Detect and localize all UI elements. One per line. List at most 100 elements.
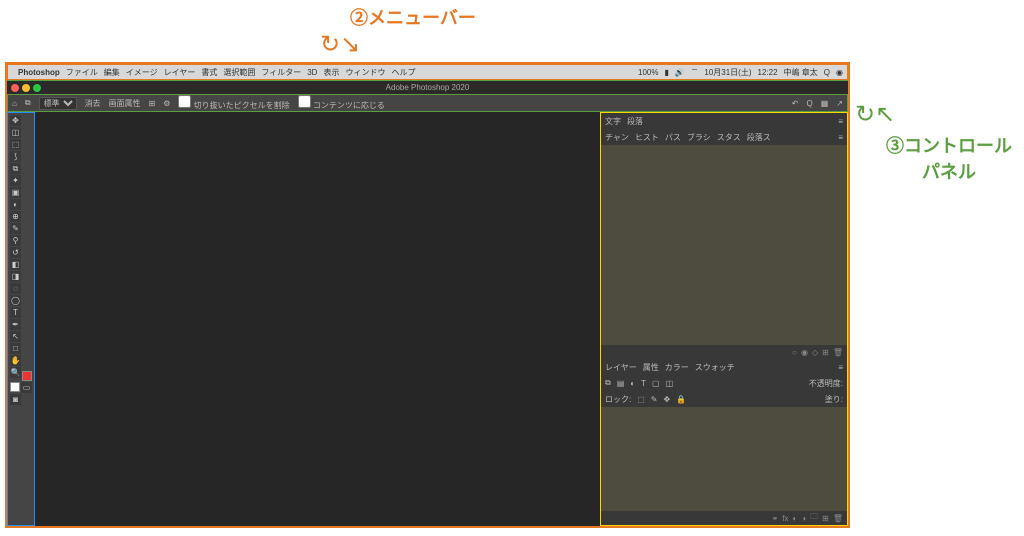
hand-tool[interactable]: ✋ <box>10 355 21 366</box>
menu-file[interactable]: ファイル <box>66 67 98 78</box>
control-clear[interactable]: 消去 <box>85 98 101 109</box>
tab-character[interactable]: 文字 <box>605 116 621 127</box>
control-checkbox-2[interactable]: コンテンツに応じる <box>298 95 385 111</box>
wand-tool[interactable]: ✦ <box>10 175 21 186</box>
new-icon[interactable]: ⊞ <box>822 348 829 357</box>
filter-shape-icon[interactable]: ▢ <box>652 379 660 388</box>
group-icon[interactable]: 🗀 <box>810 511 818 525</box>
lock-pos-icon[interactable]: ✥ <box>664 395 671 404</box>
link-icon[interactable]: ⚭ <box>772 514 779 523</box>
home-button[interactable]: ⌂ <box>12 99 17 108</box>
menubar-user[interactable]: 中嶋 章太 <box>784 67 818 78</box>
tab-layers[interactable]: レイヤー <box>605 362 637 373</box>
share-icon[interactable]: ↗ <box>836 99 843 108</box>
path-tool[interactable]: ↖ <box>10 331 21 342</box>
gear-icon[interactable]: ⚙ <box>163 99 170 108</box>
tab-swatches[interactable]: スウォッチ <box>695 362 735 373</box>
new-layer-icon[interactable]: ⊞ <box>822 514 829 523</box>
tab-styles[interactable]: スタス <box>717 132 741 143</box>
new-path-icon[interactable]: ○ <box>792 348 797 357</box>
gradient-tool[interactable]: ◨ <box>10 271 21 282</box>
menu-3d[interactable]: 3D <box>307 68 317 77</box>
maximize-button[interactable] <box>33 84 41 92</box>
frame-tool[interactable]: ▣ <box>10 187 21 198</box>
ruler-icon[interactable]: ⊞ <box>149 99 156 108</box>
siri-icon[interactable]: ◉ <box>836 68 843 77</box>
stroke-path-icon[interactable]: ◇ <box>812 348 818 357</box>
healing-tool[interactable]: ⊕ <box>10 211 21 222</box>
panel-menu-icon[interactable]: ≡ <box>838 117 843 126</box>
menu-type[interactable]: 書式 <box>201 67 217 78</box>
blur-tool[interactable]: ◌ <box>10 283 21 294</box>
menu-view[interactable]: 表示 <box>323 67 339 78</box>
panel-menu-icon[interactable]: ≡ <box>838 363 843 372</box>
control-checkbox-1[interactable]: 切り抜いたピクセルを割除 <box>178 95 289 111</box>
tab-brushes[interactable]: ブラシ <box>687 132 711 143</box>
menu-edit[interactable]: 編集 <box>104 67 120 78</box>
panel-menu-icon[interactable]: ≡ <box>838 133 843 142</box>
dodge-tool[interactable]: ◯ <box>10 295 21 306</box>
trash-icon[interactable]: 🗑 <box>833 348 843 357</box>
tab-channels[interactable]: チャン <box>605 132 629 143</box>
tab-color[interactable]: カラー <box>665 362 689 373</box>
close-button[interactable] <box>11 84 19 92</box>
trash-icon[interactable]: 🗑 <box>833 514 843 523</box>
artboard-tool[interactable]: ◫ <box>10 127 21 138</box>
menu-select[interactable]: 選択範囲 <box>223 67 255 78</box>
app-menu[interactable]: Photoshop <box>18 68 60 77</box>
lasso-tool[interactable]: ⟆ <box>10 151 21 162</box>
layers-panel-footer: ⚭ fx ◐ ◑ 🗀 ⊞ 🗑 <box>601 511 847 525</box>
filter-adj-icon[interactable]: ◐ <box>630 379 635 388</box>
shape-tool[interactable]: □ <box>10 343 21 354</box>
lock-pixel-icon[interactable]: ✎ <box>651 395 658 404</box>
filter-kind-icon[interactable]: ⧉ <box>605 378 611 388</box>
menu-layer[interactable]: レイヤー <box>164 67 196 78</box>
filter-smart-icon[interactable]: ◫ <box>666 379 674 388</box>
type-tool[interactable]: T <box>10 307 21 318</box>
menubar-time[interactable]: 12:22 <box>758 68 778 77</box>
screen-mode[interactable]: ▭ <box>21 382 32 393</box>
volume-icon[interactable]: 🔊 <box>675 68 685 77</box>
spotlight-icon[interactable]: Q <box>824 68 830 77</box>
tab-paragraph[interactable]: 段落 <box>627 116 643 127</box>
menu-help[interactable]: ヘルプ <box>391 67 415 78</box>
wifi-icon[interactable]: ⌔ <box>691 67 699 77</box>
zoom-tool[interactable]: 🔍 <box>10 367 21 378</box>
history-brush-tool[interactable]: ↺ <box>10 247 21 258</box>
control-attrs[interactable]: 画面属性 <box>109 98 141 109</box>
mask-icon[interactable]: ◐ <box>792 514 797 523</box>
lock-all-icon[interactable]: 🔒 <box>676 395 686 404</box>
tab-paths[interactable]: パス <box>665 132 681 143</box>
minimize-button[interactable] <box>22 84 30 92</box>
tab-paragraph-styles[interactable]: 段落ス <box>747 132 771 143</box>
adjustment-icon[interactable]: ◑ <box>801 514 806 523</box>
fx-icon[interactable]: fx <box>782 514 788 523</box>
stamp-tool[interactable]: ⚲ <box>10 235 21 246</box>
eraser-tool[interactable]: ◧ <box>10 259 21 270</box>
foreground-swatch[interactable] <box>22 371 32 381</box>
marquee-tool[interactable]: ⬚ <box>10 139 21 150</box>
fill-path-icon[interactable]: ◉ <box>801 348 808 357</box>
quickmask[interactable]: ◙ <box>10 394 21 405</box>
lock-trans-icon[interactable]: ⬚ <box>637 395 645 404</box>
background-swatch[interactable] <box>10 382 20 392</box>
move-tool[interactable]: ✥ <box>10 115 21 126</box>
filter-pixel-icon[interactable]: ▤ <box>617 379 625 388</box>
menubar-zoom[interactable]: 100% <box>638 68 658 77</box>
menubar-date[interactable]: 10月31日(土) <box>704 67 751 78</box>
undo-icon[interactable]: ↶ <box>792 99 799 108</box>
eyedropper-tool[interactable]: ◐ <box>10 199 21 210</box>
crop-tool[interactable]: ⧉ <box>10 163 21 174</box>
menu-image[interactable]: イメージ <box>126 67 158 78</box>
tab-properties[interactable]: 属性 <box>643 362 659 373</box>
menu-filter[interactable]: フィルター <box>261 67 301 78</box>
filter-type-icon[interactable]: T <box>641 379 646 388</box>
tab-history[interactable]: ヒスト <box>635 132 659 143</box>
brush-tool[interactable]: ✎ <box>10 223 21 234</box>
menu-window[interactable]: ウィンドウ <box>345 67 385 78</box>
canvas[interactable] <box>35 112 600 526</box>
mode-select[interactable]: 標準 <box>39 97 77 110</box>
pen-tool[interactable]: ✒ <box>10 319 21 330</box>
search-icon[interactable]: Q <box>807 99 813 108</box>
grid-icon[interactable]: ▦ <box>821 99 829 108</box>
